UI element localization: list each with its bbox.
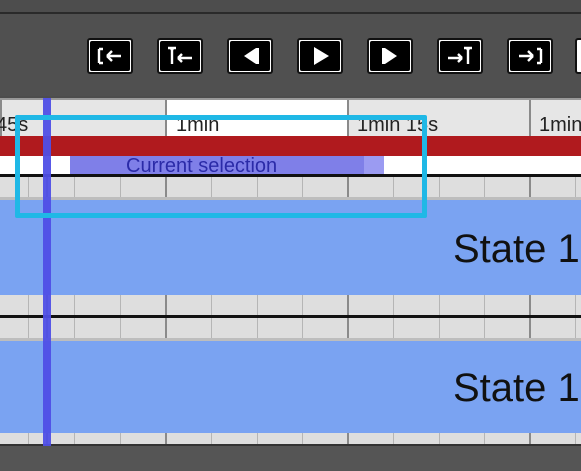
bottom-scrollbar[interactable] (0, 444, 581, 471)
selection-row[interactable]: Current selection (0, 155, 581, 177)
step-back-icon (230, 41, 270, 71)
ruler-tick (165, 100, 167, 136)
ruler-tick (529, 100, 531, 136)
previous-marker-icon (160, 41, 200, 71)
state-track-label: State 1 (453, 227, 580, 271)
jump-to-end-icon (510, 41, 550, 71)
jump-to-next-marker-button[interactable] (437, 38, 483, 74)
step-forward-icon (370, 41, 410, 71)
state-track-label: State 1 (453, 366, 580, 410)
grid-strip (0, 295, 581, 315)
grid-strip (0, 318, 581, 338)
next-marker-icon (440, 41, 480, 71)
playhead-cursor[interactable] (43, 98, 51, 446)
ruler-label-1min-b: 1min (539, 114, 581, 136)
grid-strip (0, 177, 581, 197)
step-forward-button[interactable] (367, 38, 413, 74)
more-toolbar-button[interactable] (575, 38, 581, 74)
step-back-button[interactable] (227, 38, 273, 74)
state-track-1[interactable]: State 1 (0, 197, 581, 295)
state-track-2[interactable]: State 1 (0, 338, 581, 433)
transport-toolbar (0, 12, 581, 96)
jump-to-end-button[interactable] (507, 38, 553, 74)
ruler-label-1min-15s: 1min 15s (357, 114, 439, 136)
ruler-tick (347, 100, 349, 136)
jump-to-start-button[interactable] (87, 38, 133, 74)
jump-to-start-icon (90, 41, 130, 71)
selection-range-bar[interactable] (0, 136, 581, 174)
play-icon (300, 41, 340, 71)
play-button[interactable] (297, 38, 343, 74)
ruler-label-45s: 45s (0, 114, 29, 136)
ruler-label-1min: 1min (176, 114, 220, 136)
grid-strip (0, 433, 581, 444)
jump-to-previous-marker-button[interactable] (157, 38, 203, 74)
time-ruler[interactable]: 45s 1min 1min 15s 1min (0, 98, 581, 136)
